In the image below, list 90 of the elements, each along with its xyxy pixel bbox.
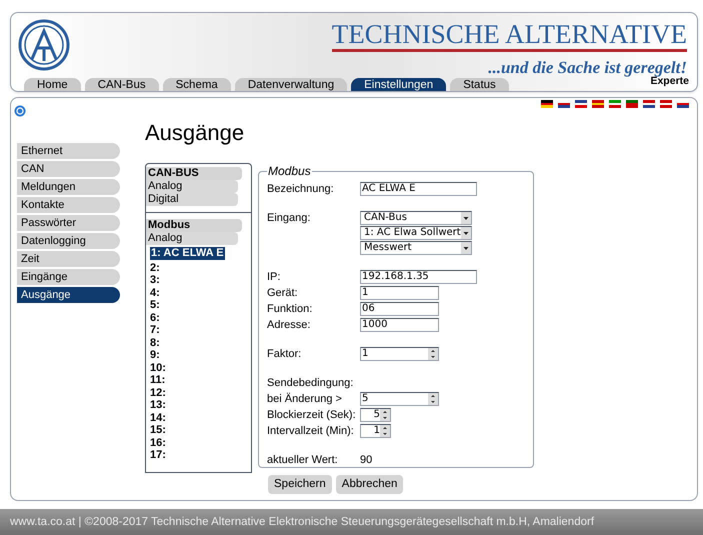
sidebar-item[interactable]: Eingänge <box>17 269 120 285</box>
output-item[interactable]: 11: <box>150 374 251 386</box>
output-item[interactable]: 7: <box>150 324 251 336</box>
spinner-field[interactable]: 5 <box>360 408 391 422</box>
sidebar-item[interactable]: Datenlogging <box>17 233 120 249</box>
flag-icon[interactable] <box>575 100 587 108</box>
flag-icon[interactable] <box>643 100 655 108</box>
output-item[interactable]: 2: <box>150 262 251 274</box>
page-title: Ausgänge <box>145 119 244 147</box>
output-item[interactable]: 10: <box>150 362 251 374</box>
list-item[interactable]: Digital <box>146 193 238 206</box>
field-label: Eingang: <box>267 211 312 225</box>
flag-icon[interactable] <box>541 100 553 108</box>
select-field[interactable]: 1: AC Elwa Sollwert <box>360 226 472 240</box>
input-field[interactable]: 1000 <box>360 318 439 332</box>
current-value: 90 <box>360 453 372 467</box>
output-item[interactable]: 16: <box>150 436 251 449</box>
form-button[interactable]: Speichern <box>268 475 332 494</box>
nav-tab[interactable]: Status <box>450 78 509 91</box>
select-field[interactable]: Messwert <box>360 241 472 255</box>
select-value: CAN-Bus <box>363 212 407 224</box>
select-value: Messwert <box>363 242 412 254</box>
nav-tab[interactable]: Schema <box>162 78 231 91</box>
field-value: 1 <box>362 348 368 360</box>
field-label: aktueller Wert: <box>267 453 339 467</box>
select-value: 1: AC Elwa Sollwert <box>363 227 461 239</box>
field-label: Intervallzeit (Min): <box>267 424 355 438</box>
spinner-arrows-icon[interactable] <box>380 425 390 437</box>
sidebar-item[interactable]: Ethernet <box>17 143 120 159</box>
flag-icon[interactable] <box>558 100 570 108</box>
output-item[interactable]: 17: <box>150 449 251 462</box>
help-icon[interactable] <box>14 105 26 117</box>
output-item[interactable]: 6: <box>150 312 251 324</box>
nav-tab[interactable]: Home <box>24 78 81 91</box>
input-field[interactable]: AC ELWA E <box>360 182 477 196</box>
group-heading[interactable]: Modbus <box>146 219 242 232</box>
spinner-arrows-icon[interactable] <box>428 393 438 405</box>
nav-tab[interactable]: Datenverwaltung <box>234 78 348 91</box>
input-field[interactable]: 1 <box>360 286 439 300</box>
nav-tab[interactable]: Einstellungen <box>351 78 446 91</box>
output-item[interactable]: 5: <box>150 299 251 312</box>
spinner-arrows-icon[interactable] <box>428 348 438 360</box>
field-label: Gerät: <box>267 286 299 300</box>
sidebar-item[interactable]: Zeit <box>17 251 120 267</box>
field-label: Adresse: <box>267 318 312 332</box>
field-value: 1 <box>374 425 380 437</box>
logo-icon <box>18 19 70 71</box>
spinner-arrows-icon[interactable] <box>380 409 390 421</box>
field-label: IP: <box>267 270 282 284</box>
output-item[interactable]: 9: <box>150 349 251 362</box>
output-item[interactable]: 15: <box>150 424 251 436</box>
sidebar-item[interactable]: Kontakte <box>17 197 120 213</box>
spinner-field[interactable]: 1 <box>360 424 391 438</box>
flag-icon[interactable] <box>609 100 621 108</box>
sidebar-item[interactable]: Ausgänge <box>17 287 120 303</box>
output-item[interactable]: 12: <box>150 386 251 399</box>
field-value: 5 <box>362 393 368 405</box>
output-item[interactable]: 13: <box>150 399 251 412</box>
mode-label: Experte <box>650 75 689 88</box>
sidebar-item[interactable]: CAN <box>17 161 120 177</box>
field-label: Blockierzeit (Sek): <box>267 408 357 422</box>
select-field[interactable]: CAN-Bus <box>360 211 472 225</box>
flag-icon[interactable] <box>677 100 689 108</box>
group-heading[interactable]: CAN-BUS <box>146 167 242 180</box>
field-label: Sendebedingung: <box>267 376 354 390</box>
spinner-field[interactable]: 5 <box>360 392 439 406</box>
output-item[interactable]: 1: AC ELWA E <box>150 247 225 260</box>
slogan: ...und die Sache ist geregelt! <box>488 57 687 77</box>
footer-bar: www.ta.co.at | ©2008-2017 Technische Alternative Elektronische Steuerungsgerätegesellschaft m.b.H, Amaliendorf <box>0 509 703 535</box>
sidebar-item[interactable]: Passwörter <box>17 215 120 231</box>
field-label: Bezeichnung: <box>267 182 335 196</box>
field-value: 5 <box>374 409 380 421</box>
nav-tab[interactable]: CAN-Bus <box>84 78 159 91</box>
flag-icon[interactable] <box>660 100 672 108</box>
field-label: Faktor: <box>267 347 302 361</box>
sidebar-item[interactable]: Meldungen <box>17 179 120 195</box>
output-item[interactable]: 3: <box>150 274 251 286</box>
output-item[interactable]: 14: <box>150 412 251 424</box>
input-field[interactable]: 06 <box>360 302 439 316</box>
input-field[interactable]: 192.168.1.35 <box>360 270 477 284</box>
brand-title: TECHNISCHE ALTERNATIVE <box>332 19 687 52</box>
field-label: bei Änderung > <box>267 392 343 406</box>
field-label: Funktion: <box>267 302 314 316</box>
output-item[interactable]: 4: <box>150 286 251 299</box>
form-button[interactable]: Abbrechen <box>336 475 404 494</box>
spinner-field[interactable]: 1 <box>360 347 439 361</box>
fieldset-legend: Modbus <box>267 162 312 180</box>
list-item[interactable]: Analog <box>146 180 238 193</box>
list-item[interactable]: Analog <box>146 232 238 245</box>
output-item[interactable]: 8: <box>150 336 251 349</box>
